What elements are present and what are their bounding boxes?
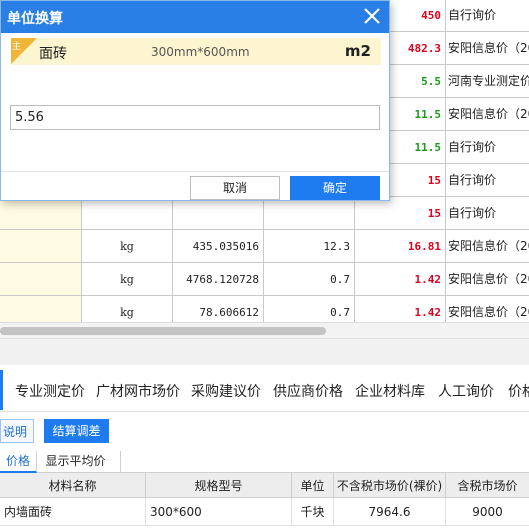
- coefficient-cell[interactable]: [264, 197, 355, 229]
- col-header-spec[interactable]: 规格型号: [146, 473, 292, 498]
- table-cell-price-ex-tax[interactable]: 7964.6: [334, 498, 446, 526]
- explain-button[interactable]: 说明: [0, 419, 35, 443]
- tab-price-more[interactable]: 价格: [508, 381, 529, 401]
- quantity-cell[interactable]: 78.606612: [173, 296, 264, 322]
- price-source-cell[interactable]: 安阳信息价（202年第二期）: [446, 98, 529, 130]
- tab-supplier-price[interactable]: 供应商价格: [273, 381, 343, 401]
- table-row[interactable]: 15 自行询价: [0, 197, 529, 230]
- price-source-cell[interactable]: 自行询价: [446, 131, 529, 163]
- unit-conversion-dialog: 单位换算 主 面砖 300mm*600mm m2 取消 确定: [0, 0, 390, 201]
- table-row[interactable]: kg78.6066120.71.42安阳信息价（202年第二期）: [0, 296, 529, 322]
- horizontal-scrollbar-thumb[interactable]: [0, 327, 326, 335]
- tab-gcw-market-price[interactable]: 广材网市场价: [96, 381, 180, 401]
- coefficient-cell[interactable]: 12.3: [264, 230, 355, 262]
- col-header-unit[interactable]: 单位: [292, 473, 334, 498]
- dialog-title: 单位换算: [7, 11, 63, 27]
- close-icon[interactable]: [363, 7, 381, 25]
- price-source-cell[interactable]: 安阳信息价（202年第二期）: [446, 296, 529, 322]
- price-source-cell[interactable]: 自行询价: [446, 197, 529, 229]
- material-spec: 300mm*600mm: [151, 45, 250, 59]
- quantity-cell[interactable]: 435.035016: [173, 230, 264, 262]
- table-cell-material-name[interactable]: 内墙面砖: [0, 498, 146, 526]
- price-source-line: 安阳信息价（202: [448, 40, 529, 55]
- quantity-cell[interactable]: 4768.120728: [173, 263, 264, 295]
- price-source-cell[interactable]: 自行询价: [446, 0, 529, 31]
- price-sub-tabs: 价格 显示平均价: [0, 451, 529, 473]
- dialog-title-bar[interactable]: 单位换算: [1, 1, 389, 33]
- conversion-factor-input[interactable]: [10, 105, 380, 130]
- price-source-line: 安阳信息价（202: [448, 271, 529, 286]
- table-cell-price-inc-tax[interactable]: 9000: [446, 498, 529, 526]
- price-source-line: 安阳信息价（202: [448, 304, 529, 319]
- price-source-cell[interactable]: 安阳信息价（202年第二期）: [446, 230, 529, 262]
- table-cell-unit[interactable]: 千块: [292, 498, 334, 526]
- price-source-cell[interactable]: 河南专业测定价（2024年05月）: [446, 65, 529, 97]
- price-source-line: 安阳信息价（202: [448, 106, 529, 121]
- price-source-line: 安阳信息价（202: [448, 238, 529, 253]
- price-source-line: 自行询价: [448, 139, 497, 154]
- row-marker-cell[interactable]: [0, 197, 82, 229]
- ok-button[interactable]: 确定: [290, 176, 380, 200]
- col-header-price-inc-tax[interactable]: 含税市场价: [446, 473, 529, 498]
- price-cell[interactable]: 15: [355, 197, 446, 229]
- tab-purchase-advice-price[interactable]: 采购建议价: [191, 381, 261, 401]
- price-cell[interactable]: 1.42: [355, 296, 446, 322]
- main-material-flag-label: 主: [12, 42, 22, 52]
- price-source-line: 河南专业测定价: [448, 73, 529, 88]
- unit-cell[interactable]: kg: [82, 263, 173, 295]
- price-table: 材料名称 规格型号 单位 不含税市场价(裸价) 含税市场价 内墙面砖 300*6…: [0, 473, 529, 528]
- cancel-button[interactable]: 取消: [190, 176, 280, 200]
- active-tab-indicator: [0, 370, 3, 410]
- price-source-line: 自行询价: [448, 7, 497, 22]
- unit-cell[interactable]: [82, 197, 173, 229]
- price-source-tabs: 专业测定价 广材网市场价 采购建议价 供应商价格 企业材料库 人工询价 价格: [0, 366, 529, 412]
- price-source-cell[interactable]: 安阳信息价（202年第二期）: [446, 263, 529, 295]
- action-row: 说明 结算调差: [0, 413, 529, 451]
- material-name: 面砖: [39, 46, 67, 62]
- panel-splitter[interactable]: [0, 338, 529, 365]
- col-header-material-name[interactable]: 材料名称: [0, 473, 146, 498]
- col-header-price-ex-tax[interactable]: 不含税市场价(裸价): [334, 473, 446, 498]
- price-source-cell[interactable]: 安阳信息价（202年第二期）: [446, 32, 529, 64]
- settle-adjust-button[interactable]: 结算调差: [44, 419, 109, 443]
- price-source-line: 自行询价: [448, 172, 497, 187]
- row-marker-cell[interactable]: [0, 230, 82, 262]
- price-cell[interactable]: 1.42: [355, 263, 446, 295]
- coefficient-cell[interactable]: 0.7: [264, 263, 355, 295]
- table-cell-spec[interactable]: 300*600: [146, 498, 292, 526]
- horizontal-scrollbar[interactable]: [0, 322, 529, 338]
- table-row[interactable]: kg4768.1207280.71.42安阳信息价（202年第二期）: [0, 263, 529, 296]
- material-info-row: 主 面砖 300mm*600mm m2: [11, 38, 381, 65]
- coefficient-cell[interactable]: 0.7: [264, 296, 355, 322]
- unit-cell[interactable]: kg: [82, 230, 173, 262]
- price-source-cell[interactable]: 自行询价: [446, 164, 529, 196]
- material-unit: m2: [344, 42, 371, 60]
- tab-professional-price[interactable]: 专业测定价: [15, 381, 85, 401]
- table-row[interactable]: kg435.03501612.316.81安阳信息价（202年第二期）: [0, 230, 529, 263]
- tab-enterprise-material-lib[interactable]: 企业材料库: [355, 381, 425, 401]
- tab-show-average[interactable]: 显示平均价: [31, 451, 121, 473]
- tab-manual-inquiry[interactable]: 人工询价: [438, 381, 494, 401]
- row-marker-cell[interactable]: [0, 263, 82, 295]
- row-marker-cell[interactable]: [0, 296, 82, 322]
- price-cell[interactable]: 16.81: [355, 230, 446, 262]
- quantity-cell[interactable]: [173, 197, 264, 229]
- price-source-line: 自行询价: [448, 205, 497, 220]
- dialog-footer: 取消 确定: [1, 171, 389, 200]
- unit-cell[interactable]: kg: [82, 296, 173, 322]
